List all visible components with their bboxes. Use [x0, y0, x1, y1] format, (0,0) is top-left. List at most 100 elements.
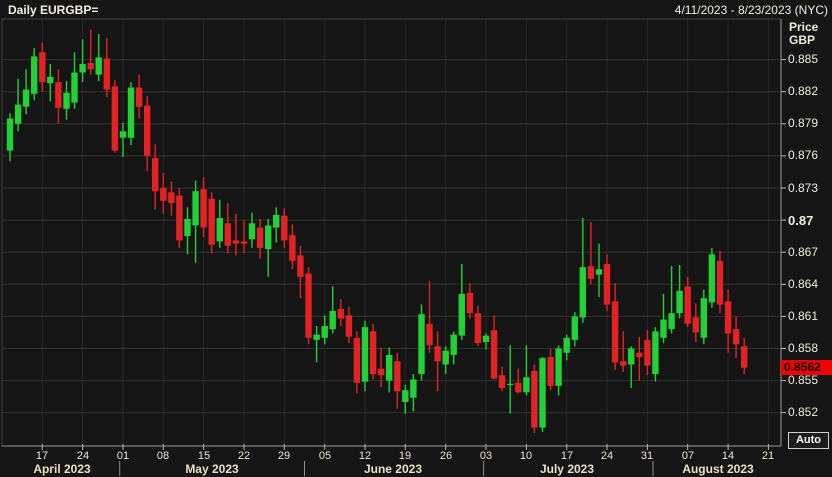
candle-body — [531, 370, 538, 428]
candlestick-chart[interactable] — [0, 0, 832, 477]
candle-body — [507, 383, 514, 386]
candle-body — [329, 311, 336, 330]
candle-body — [119, 131, 127, 138]
price-tick-label: 0.879 — [788, 116, 819, 130]
candle-body — [418, 314, 425, 375]
month-label: June 2023 — [363, 462, 423, 476]
candle-body — [297, 255, 304, 277]
candle-body — [79, 63, 86, 73]
auto-scale-button[interactable]: Auto — [788, 432, 829, 449]
month-label: July 2023 — [539, 462, 595, 476]
candle-body — [281, 215, 288, 241]
candle-body — [160, 188, 167, 201]
date-tick-label: 17 — [35, 450, 49, 462]
candle-body — [111, 86, 119, 151]
chart-title: Daily EURGBP= — [8, 3, 99, 17]
price-tick-label: 0.861 — [788, 309, 819, 323]
price-tick-label: 0.87 — [788, 213, 814, 228]
axis-unit-price: Price — [789, 20, 819, 34]
price-tick-label: 0.885 — [788, 52, 819, 66]
candle-body — [168, 192, 175, 203]
date-tick-label: 05 — [318, 450, 332, 462]
price-tick-label: 0.873 — [788, 181, 819, 195]
candle-body — [47, 76, 54, 84]
candle-body — [361, 327, 369, 382]
date-tick-label: 24 — [76, 450, 90, 462]
candle-body — [200, 189, 207, 228]
candle-body — [87, 62, 94, 70]
candle-body — [224, 223, 231, 246]
candle-body — [248, 223, 256, 240]
price-tick-label: 0.867 — [788, 245, 819, 259]
price-tick-label: 0.864 — [788, 277, 819, 291]
date-tick-label: 31 — [640, 450, 654, 462]
date-tick-label: 21 — [761, 450, 775, 462]
candle-body — [410, 379, 417, 398]
candle-body — [450, 334, 457, 355]
candle-body — [152, 158, 159, 192]
date-tick-label: 01 — [116, 450, 130, 462]
candle-body — [668, 313, 675, 330]
candle-body — [434, 346, 441, 362]
date-tick-label: 12 — [358, 450, 372, 462]
candle-body — [402, 390, 409, 402]
price-tick-label: 0.876 — [788, 148, 819, 162]
candle-body — [700, 298, 707, 338]
price-tick-label: 0.855 — [788, 373, 819, 387]
candle-body — [466, 292, 474, 314]
price-tick-label: 0.882 — [788, 84, 819, 98]
axis-unit-gbp: GBP — [789, 33, 816, 47]
candle-body — [652, 331, 659, 375]
candle-body — [684, 286, 691, 324]
date-tick-label: 15 — [197, 450, 211, 462]
candles-layer — [6, 29, 748, 433]
month-label: May 2023 — [185, 462, 239, 476]
month-label: April 2023 — [33, 462, 91, 476]
candle-body — [377, 368, 385, 376]
price-tick-label: 0.852 — [788, 405, 819, 419]
candle-body — [353, 337, 361, 383]
candle-body — [579, 267, 586, 318]
gridlines — [1, 18, 782, 447]
candle-body — [6, 118, 14, 151]
candle-body — [724, 301, 732, 334]
candle-body — [523, 377, 530, 393]
candle-body — [628, 348, 635, 365]
candle-body — [547, 357, 554, 386]
date-tick-label: 22 — [237, 450, 251, 462]
candle-body — [603, 264, 611, 305]
candle-body — [498, 375, 506, 388]
candle-body — [539, 358, 546, 428]
date-tick-label: 07 — [681, 450, 695, 462]
candle-body — [337, 308, 344, 319]
candle-body — [515, 382, 522, 393]
candle-body — [305, 273, 312, 338]
date-tick-label: 10 — [519, 450, 533, 462]
date-tick-label: 14 — [721, 450, 735, 462]
candle-body — [620, 361, 627, 366]
candle-body — [31, 56, 38, 94]
candle-body — [708, 254, 716, 303]
candle-body — [636, 352, 643, 357]
candle-body — [127, 87, 135, 138]
candle-body — [442, 350, 449, 365]
candle-body — [22, 89, 30, 107]
axis-ticks — [2, 19, 786, 476]
candle-body — [39, 52, 46, 83]
candle-body — [240, 241, 248, 244]
candle-body — [490, 330, 498, 379]
date-tick-label: 03 — [479, 450, 493, 462]
candle-body — [716, 260, 724, 305]
candle-body — [660, 319, 667, 338]
candle-body — [587, 266, 595, 279]
candle-body — [192, 191, 199, 226]
candle-body — [555, 348, 562, 386]
last-price-badge: 0.8562 — [781, 360, 832, 375]
candle-body — [273, 214, 280, 228]
candle-body — [63, 92, 70, 109]
candle-body — [321, 326, 328, 338]
candle-body — [71, 72, 78, 103]
candle-body — [95, 57, 102, 75]
month-label: August 2023 — [682, 462, 754, 476]
date-tick-label: 29 — [277, 450, 291, 462]
